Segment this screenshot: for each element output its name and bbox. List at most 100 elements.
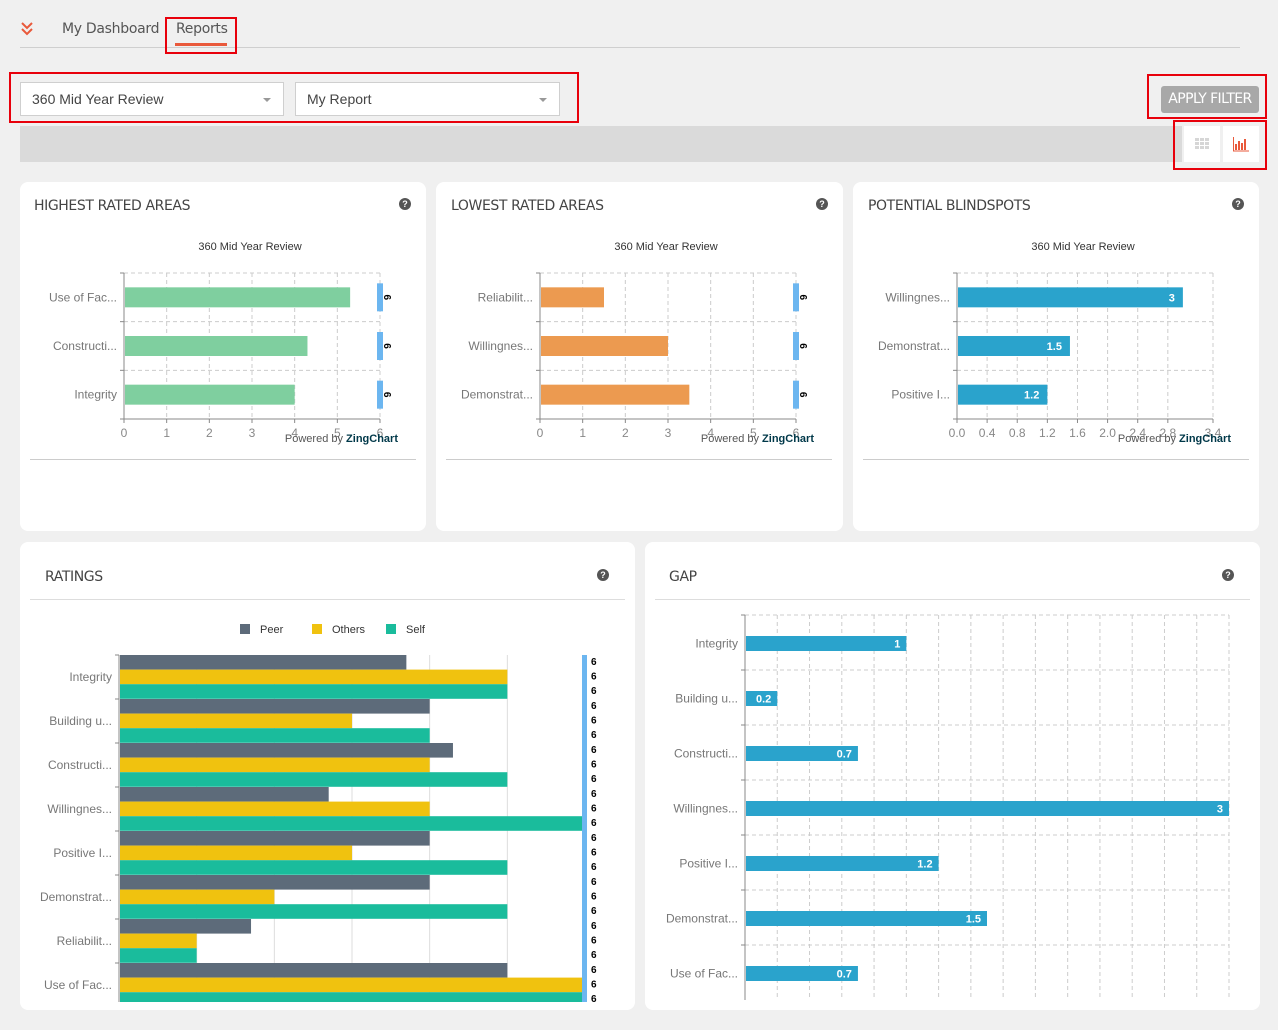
x-tick-label: 2 (206, 426, 213, 440)
bar-self (120, 728, 430, 743)
marker-label: 6 (591, 730, 597, 741)
bar (125, 384, 295, 405)
marker-label: 6 (591, 672, 597, 683)
chart-title: 360 Mid Year Review (614, 241, 717, 253)
category-label: Integrity (74, 388, 117, 402)
chart-title: 360 Mid Year Review (1031, 241, 1134, 253)
bar-self (120, 948, 197, 963)
bar-peer (120, 963, 508, 978)
card-gap: GAP ? 1 Integrity 0.2 Building u... 0.7 Const… (645, 542, 1260, 1010)
category-label: Willingnes... (673, 802, 738, 816)
help-icon[interactable]: ? (816, 198, 828, 210)
marker-label: 6 (381, 392, 392, 398)
help-icon[interactable]: ? (1232, 198, 1244, 210)
value-label: 1.2 (1024, 390, 1039, 402)
x-tick-label: 3 (249, 426, 256, 440)
category-label: Reliabilit... (478, 290, 533, 304)
marker-label: 6 (591, 804, 597, 815)
category-label: Use of Fac... (44, 978, 112, 992)
x-tick-label: 1 (163, 426, 170, 440)
bar (746, 911, 987, 926)
marker-label: 6 (591, 848, 597, 859)
marker-label: 6 (591, 980, 597, 991)
legend-swatch (386, 624, 396, 634)
category-label: Reliabilit... (57, 934, 112, 948)
bar-self (120, 992, 585, 1002)
bar-others (120, 669, 508, 685)
value-label: 3 (1217, 804, 1223, 816)
category-label: Building u... (675, 692, 738, 706)
marker-label: 6 (591, 716, 597, 727)
value-label: 0.7 (837, 969, 852, 981)
bar (541, 287, 604, 308)
bar-peer (120, 787, 329, 802)
chart-gap: 1 Integrity 0.2 Building u... 0.7 Constructi.… (666, 614, 1230, 1000)
card-potential-blindspots: POTENTIAL BLINDSPOTS ? 360 Mid Year Revi… (853, 182, 1259, 531)
powered-by-label: Powered by ZingChart (285, 433, 398, 445)
tab-my-dashboard[interactable]: My Dashboard (62, 21, 159, 37)
bar-others (120, 933, 197, 949)
card-title: LOWEST RATED AREAS (451, 198, 604, 214)
x-tick-label: 2.0 (1099, 426, 1116, 440)
marker-label: 6 (591, 774, 597, 785)
highlight-box-tab (165, 17, 237, 54)
marker-label: 6 (591, 745, 597, 756)
marker-label: 6 (591, 950, 597, 961)
marker-label: 6 (591, 921, 597, 932)
card-title: HIGHEST RATED AREAS (34, 198, 191, 214)
help-icon[interactable]: ? (399, 198, 411, 210)
category-label: Positive I... (53, 846, 112, 860)
bar (958, 287, 1183, 308)
legend-label: Self (406, 624, 426, 636)
value-label: 3 (1169, 292, 1175, 304)
bar-self (120, 772, 508, 787)
value-label: 1.2 (917, 859, 932, 871)
category-label: Positive I... (891, 388, 950, 402)
card-title: POTENTIAL BLINDSPOTS (868, 198, 1031, 214)
card-title: GAP (669, 569, 697, 585)
card-divider (446, 459, 832, 460)
category-label: Demonstrat... (878, 339, 950, 353)
bar-others (120, 757, 430, 773)
help-icon[interactable]: ? (1222, 569, 1234, 581)
card-divider (30, 599, 625, 600)
bar-others (120, 801, 430, 817)
x-tick-label: 2 (622, 426, 629, 440)
chart-highest-rated: 360 Mid Year Review Use of Fac... 6 Constru… (49, 241, 398, 445)
card-lowest-rated: LOWEST RATED AREAS ? 360 Mid Year Review… (436, 182, 843, 531)
category-label: Willingnes... (468, 339, 533, 353)
card-ratings: RATINGS ? Peer Others Self 6 6 6 Integrity 6 6 6 B… (20, 542, 635, 1010)
category-label: Constructi... (48, 758, 112, 772)
chart-ratings: Peer Others Self 6 6 6 Integrity 6 6 6 Building u.… (40, 624, 597, 1002)
category-label: Use of Fac... (49, 290, 117, 304)
category-label: Constructi... (674, 747, 738, 761)
bar-others (120, 889, 275, 905)
bar-peer (120, 831, 430, 846)
highlight-box-filters (9, 72, 579, 123)
highlight-box-view-toggle (1173, 120, 1267, 170)
marker-label: 6 (591, 818, 597, 829)
bar-peer (120, 743, 453, 758)
category-label: Use of Fac... (670, 967, 738, 981)
marker-label: 6 (381, 343, 392, 349)
bar-peer (120, 655, 407, 670)
category-label: Integrity (695, 637, 738, 651)
bar-peer (120, 919, 252, 934)
legend-label: Others (332, 624, 366, 636)
card-highest-rated: HIGHEST RATED AREAS ? 360 Mid Year Revie… (20, 182, 426, 531)
bar-others (120, 977, 585, 993)
bar (746, 636, 907, 651)
bar-others (120, 845, 352, 861)
collapse-chevrons-icon[interactable] (19, 20, 35, 38)
marker-label: 6 (381, 295, 392, 301)
marker-label: 6 (591, 892, 597, 903)
marker-label: 6 (591, 789, 597, 800)
help-icon[interactable]: ? (597, 569, 609, 581)
marker-label: 6 (591, 657, 597, 668)
x-tick-label: 0.8 (1009, 426, 1026, 440)
legend-swatch (240, 624, 250, 634)
bar (541, 336, 668, 356)
card-title: RATINGS (45, 569, 103, 585)
marker-label: 6 (591, 686, 597, 697)
value-label: 1.5 (966, 914, 981, 926)
